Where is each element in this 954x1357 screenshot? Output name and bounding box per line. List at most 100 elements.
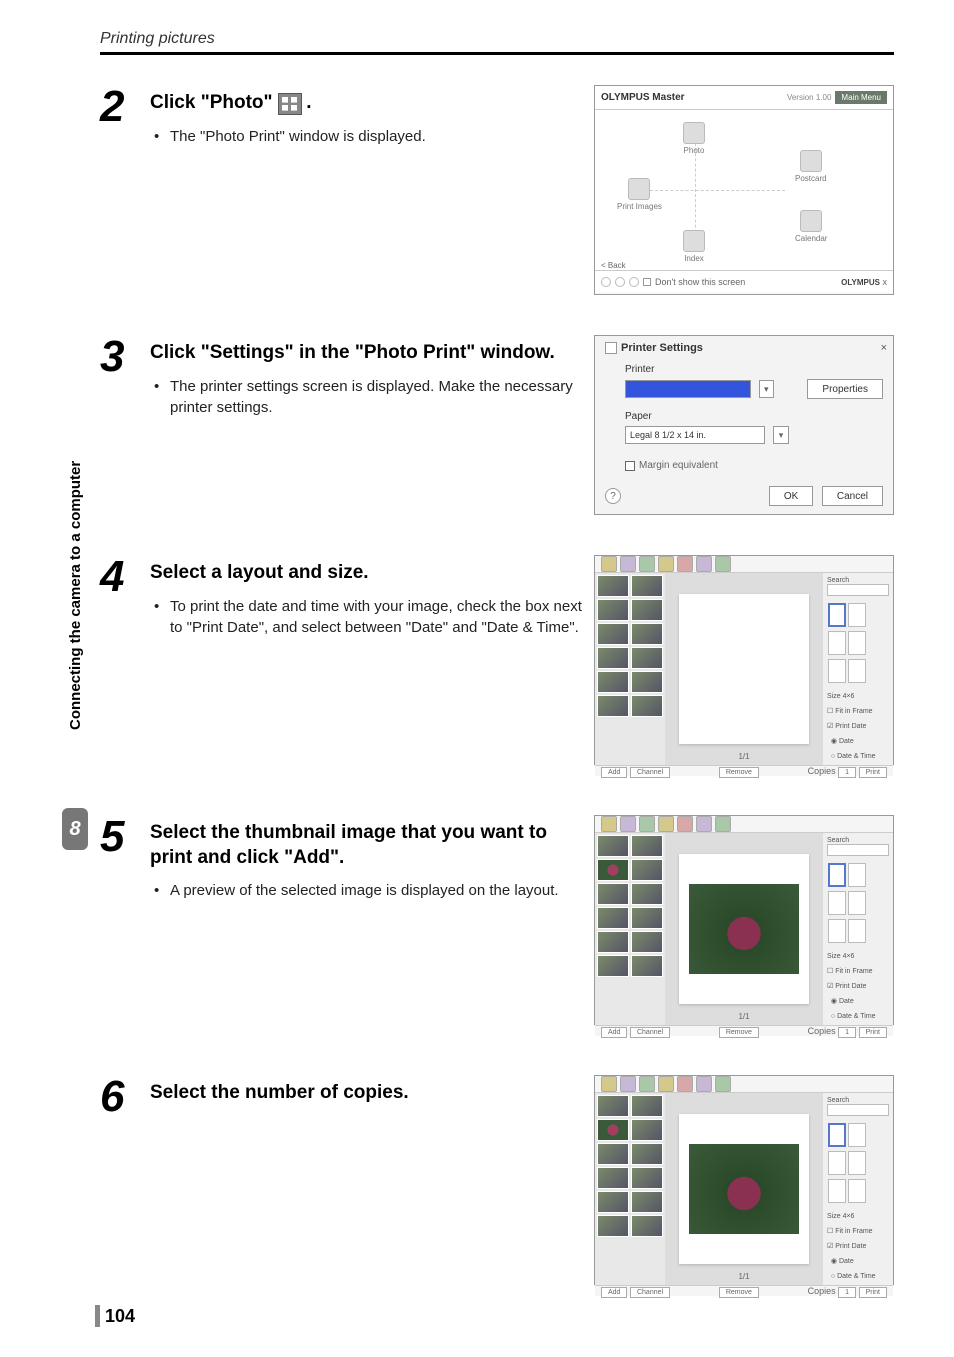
channel-button[interactable]: Channel xyxy=(630,767,670,778)
thumbnail[interactable] xyxy=(597,835,629,857)
layout-option[interactable] xyxy=(828,1123,846,1147)
print-button[interactable]: Print xyxy=(859,767,887,778)
copies-input[interactable]: 1 xyxy=(838,1027,856,1038)
toolbar-icon[interactable] xyxy=(658,1076,674,1092)
layout-option[interactable] xyxy=(848,891,866,915)
thumbnail[interactable] xyxy=(631,1095,663,1117)
print-date-checkbox-label[interactable]: Print Date xyxy=(835,983,866,990)
close-button[interactable]: × xyxy=(881,342,887,354)
thumbnail[interactable] xyxy=(631,623,663,645)
toolbar-icon[interactable] xyxy=(658,816,674,832)
thumbnail[interactable] xyxy=(597,1143,629,1165)
menu-item-print-images[interactable]: Print Images xyxy=(617,178,662,211)
dropdown-arrow-icon[interactable]: ▾ xyxy=(759,380,774,398)
thumbnail[interactable] xyxy=(597,1215,629,1237)
footer-icon[interactable] xyxy=(615,277,625,287)
thumbnail[interactable] xyxy=(631,599,663,621)
thumbnail[interactable] xyxy=(631,931,663,953)
thumbnail[interactable] xyxy=(597,671,629,693)
toolbar-icon[interactable] xyxy=(677,816,693,832)
date-radio-label[interactable]: Date xyxy=(839,998,854,1005)
menu-item-postcard[interactable]: Postcard xyxy=(795,150,827,183)
thumbnail[interactable] xyxy=(631,859,663,881)
layout-option[interactable] xyxy=(848,919,866,943)
date-time-radio-label[interactable]: Date & Time xyxy=(837,1273,876,1280)
toolbar-icon[interactable] xyxy=(620,1076,636,1092)
toolbar-icon[interactable] xyxy=(696,556,712,572)
thumbnail[interactable] xyxy=(597,883,629,905)
search-input[interactable] xyxy=(827,1104,889,1116)
thumbnail[interactable] xyxy=(597,859,629,881)
thumbnail[interactable] xyxy=(631,695,663,717)
layout-option[interactable] xyxy=(848,863,866,887)
print-button[interactable]: Print xyxy=(859,1287,887,1298)
print-date-checkbox-label[interactable]: Print Date xyxy=(835,723,866,730)
date-radio-label[interactable]: Date xyxy=(839,1258,854,1265)
fit-frame-checkbox-label[interactable]: Fit in Frame xyxy=(835,968,872,975)
toolbar-icon[interactable] xyxy=(620,816,636,832)
thumbnail[interactable] xyxy=(631,1191,663,1213)
toolbar-icon[interactable] xyxy=(715,816,731,832)
thumbnail[interactable] xyxy=(597,1119,629,1141)
printer-select[interactable] xyxy=(625,380,751,398)
toolbar-icon[interactable] xyxy=(715,556,731,572)
size-value[interactable]: 4×6 xyxy=(843,1213,855,1220)
dont-show-checkbox[interactable] xyxy=(643,278,651,286)
layout-option[interactable] xyxy=(828,659,846,683)
menu-item-index[interactable]: Index xyxy=(683,230,705,263)
toolbar-icon[interactable] xyxy=(677,556,693,572)
margin-checkbox[interactable] xyxy=(625,461,635,471)
menu-item-photo[interactable]: Photo xyxy=(683,122,705,155)
thumbnail[interactable] xyxy=(597,1095,629,1117)
properties-button[interactable]: Properties xyxy=(807,379,883,399)
remove-button[interactable]: Remove xyxy=(719,767,759,778)
toolbar-icon[interactable] xyxy=(639,1076,655,1092)
toolbar-icon[interactable] xyxy=(639,816,655,832)
thumbnail[interactable] xyxy=(631,575,663,597)
toolbar-icon[interactable] xyxy=(696,816,712,832)
thumbnail[interactable] xyxy=(597,623,629,645)
thumbnail[interactable] xyxy=(597,955,629,977)
date-time-radio-label[interactable]: Date & Time xyxy=(837,753,876,760)
thumbnail[interactable] xyxy=(631,1215,663,1237)
add-button[interactable]: Add xyxy=(601,1027,627,1038)
add-button[interactable]: Add xyxy=(601,1287,627,1298)
channel-button[interactable]: Channel xyxy=(630,1287,670,1298)
layout-option[interactable] xyxy=(848,1123,866,1147)
thumbnail[interactable] xyxy=(631,647,663,669)
toolbar-icon[interactable] xyxy=(677,1076,693,1092)
copies-input[interactable]: 1 xyxy=(838,1287,856,1298)
layout-option[interactable] xyxy=(828,863,846,887)
date-time-radio-label[interactable]: Date & Time xyxy=(837,1013,876,1020)
thumbnail[interactable] xyxy=(597,907,629,929)
channel-button[interactable]: Channel xyxy=(630,1027,670,1038)
thumbnail[interactable] xyxy=(631,883,663,905)
thumbnail[interactable] xyxy=(631,671,663,693)
thumbnail[interactable] xyxy=(631,1167,663,1189)
toolbar-icon[interactable] xyxy=(696,1076,712,1092)
layout-option[interactable] xyxy=(848,631,866,655)
help-button[interactable]: ? xyxy=(605,488,621,504)
layout-option[interactable] xyxy=(828,891,846,915)
layout-option[interactable] xyxy=(828,603,846,627)
toolbar-icon[interactable] xyxy=(601,816,617,832)
fit-frame-checkbox-label[interactable]: Fit in Frame xyxy=(835,708,872,715)
thumbnail[interactable] xyxy=(597,599,629,621)
footer-icon[interactable] xyxy=(629,277,639,287)
size-value[interactable]: 4×6 xyxy=(843,693,855,700)
thumbnail[interactable] xyxy=(597,647,629,669)
print-button[interactable]: Print xyxy=(859,1027,887,1038)
layout-option[interactable] xyxy=(848,603,866,627)
layout-option[interactable] xyxy=(828,919,846,943)
fit-frame-checkbox-label[interactable]: Fit in Frame xyxy=(835,1228,872,1235)
layout-option[interactable] xyxy=(848,1151,866,1175)
copies-input[interactable]: 1 xyxy=(838,767,856,778)
toolbar-icon[interactable] xyxy=(658,556,674,572)
thumbnail[interactable] xyxy=(631,1143,663,1165)
thumbnail[interactable] xyxy=(631,907,663,929)
remove-button[interactable]: Remove xyxy=(719,1027,759,1038)
footer-icon[interactable] xyxy=(601,277,611,287)
layout-option[interactable] xyxy=(828,1151,846,1175)
toolbar-icon[interactable] xyxy=(601,1076,617,1092)
thumbnail[interactable] xyxy=(631,955,663,977)
